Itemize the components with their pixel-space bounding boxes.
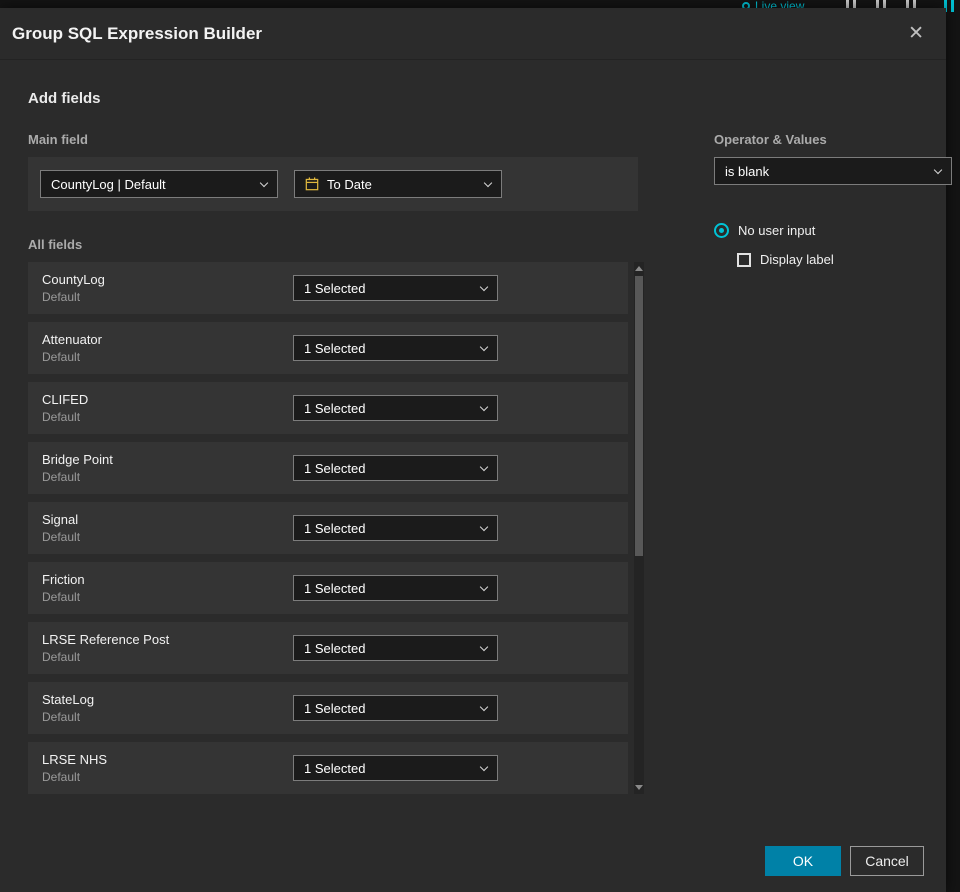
field-row: Bridge Point Default 1 Selected (28, 442, 628, 494)
scroll-down-icon[interactable] (635, 785, 643, 790)
field-selected-dropdown[interactable]: 1 Selected (293, 695, 498, 721)
field-texts: LRSE Reference Post Default (42, 632, 293, 664)
field-subtitle: Default (42, 710, 81, 724)
field-selected-value: 1 Selected (304, 700, 366, 716)
chevron-down-icon (933, 165, 943, 174)
field-selected-dropdown[interactable]: 1 Selected (293, 395, 498, 421)
field-name: CLIFED (42, 392, 89, 407)
field-name: Friction (42, 572, 85, 587)
field-subtitle: Default (42, 530, 81, 544)
field-subtitle: Default (42, 410, 81, 424)
field-name: Bridge Point (42, 452, 113, 467)
field-subtitle: Default (42, 350, 81, 364)
field-texts: StateLog Default (42, 692, 293, 724)
operator-values-label: Operator & Values (714, 132, 827, 147)
chevron-down-icon (479, 462, 489, 471)
field-name: Signal (42, 512, 79, 527)
field-selected-dropdown[interactable]: 1 Selected (293, 455, 498, 481)
field-name: StateLog (42, 692, 95, 707)
dialog-footer: OK Cancel (765, 846, 924, 876)
chevron-down-icon (483, 178, 493, 187)
field-selected-dropdown[interactable]: 1 Selected (293, 515, 498, 541)
chevron-down-icon (479, 282, 489, 291)
main-field-select-value: CountyLog | Default (51, 176, 166, 192)
field-name: Attenuator (42, 332, 102, 347)
field-name: CountyLog (42, 272, 105, 287)
field-texts: Friction Default (42, 572, 293, 604)
chevron-down-icon (479, 342, 489, 351)
operator-values-column: Operator & Values is blank No user input… (714, 132, 952, 802)
field-subtitle: Default (42, 770, 81, 784)
field-name: LRSE NHS (42, 752, 108, 767)
field-texts: Signal Default (42, 512, 293, 544)
operator-select-value: is blank (725, 163, 770, 179)
field-texts: CountyLog Default (42, 272, 293, 304)
chevron-down-icon (479, 702, 489, 711)
field-selected-value: 1 Selected (304, 580, 366, 596)
field-selected-value: 1 Selected (304, 640, 366, 656)
field-name: LRSE Reference Post (42, 632, 170, 647)
no-user-input-radio[interactable]: No user input (714, 223, 952, 238)
field-subtitle: Default (42, 470, 81, 484)
field-texts: Attenuator Default (42, 332, 293, 364)
field-selected-value: 1 Selected (304, 340, 366, 356)
field-subtitle: Default (42, 290, 81, 304)
field-selected-dropdown[interactable]: 1 Selected (293, 335, 498, 361)
dialog-titlebar: Group SQL Expression Builder ✕ (0, 8, 946, 60)
field-selected-dropdown[interactable]: 1 Selected (293, 275, 498, 301)
ok-button[interactable]: OK (765, 846, 841, 876)
field-selected-dropdown[interactable]: 1 Selected (293, 575, 498, 601)
chevron-down-icon (479, 582, 489, 591)
close-icon[interactable]: ✕ (904, 22, 928, 45)
cancel-button[interactable]: Cancel (850, 846, 924, 876)
no-user-input-label: No user input (738, 223, 816, 238)
field-selected-value: 1 Selected (304, 520, 366, 536)
display-label-checkbox[interactable]: Display label (737, 252, 952, 267)
radio-selected-icon (714, 223, 729, 238)
chevron-down-icon (479, 402, 489, 411)
chevron-down-icon (479, 762, 489, 771)
dialog-body: Add fields Main field CountyLog | Defaul… (0, 60, 952, 802)
field-row: CLIFED Default 1 Selected (28, 382, 628, 434)
main-field-select[interactable]: CountyLog | Default (40, 170, 278, 198)
field-selected-dropdown[interactable]: 1 Selected (293, 635, 498, 661)
display-label-label: Display label (760, 252, 834, 267)
add-fields-heading: Add fields (28, 90, 101, 107)
scroll-up-icon[interactable] (635, 266, 643, 271)
main-field-label: Main field (28, 132, 88, 147)
group-sql-expression-builder-dialog: Group SQL Expression Builder ✕ Add field… (0, 8, 952, 892)
vertical-scrollbar[interactable] (634, 262, 644, 794)
operator-select[interactable]: is blank (714, 157, 952, 185)
fields-column: Main field CountyLog | Default To Date A… (28, 132, 644, 802)
field-row: Signal Default 1 Selected (28, 502, 628, 554)
date-field-select-value: To Date (327, 176, 372, 192)
field-selected-value: 1 Selected (304, 460, 366, 476)
field-selected-dropdown[interactable]: 1 Selected (293, 755, 498, 781)
field-subtitle: Default (42, 590, 81, 604)
field-selected-value: 1 Selected (304, 760, 366, 776)
field-texts: Bridge Point Default (42, 452, 293, 484)
calendar-icon (305, 177, 319, 191)
dialog-title: Group SQL Expression Builder (12, 23, 263, 43)
all-fields-list: CountyLog Default 1 Selected Attenuator … (28, 262, 644, 794)
scrollbar-thumb[interactable] (635, 276, 643, 556)
field-selected-value: 1 Selected (304, 400, 366, 416)
field-row: LRSE Reference Post Default 1 Selected (28, 622, 628, 674)
checkbox-unchecked-icon (737, 252, 751, 267)
field-row: Attenuator Default 1 Selected (28, 322, 628, 374)
chevron-down-icon (479, 522, 489, 531)
chevron-down-icon (479, 642, 489, 651)
date-field-select[interactable]: To Date (294, 170, 502, 198)
field-subtitle: Default (42, 650, 81, 664)
field-row: LRSE NHS Default 1 Selected (28, 742, 628, 794)
all-fields-label: All fields (28, 237, 83, 252)
field-row: CountyLog Default 1 Selected (28, 262, 628, 314)
chevron-down-icon (259, 178, 269, 187)
field-selected-value: 1 Selected (304, 280, 366, 296)
field-row: Friction Default 1 Selected (28, 562, 628, 614)
field-texts: LRSE NHS Default (42, 752, 293, 784)
main-field-row: CountyLog | Default To Date (28, 157, 638, 211)
field-row: StateLog Default 1 Selected (28, 682, 628, 734)
field-texts: CLIFED Default (42, 392, 293, 424)
